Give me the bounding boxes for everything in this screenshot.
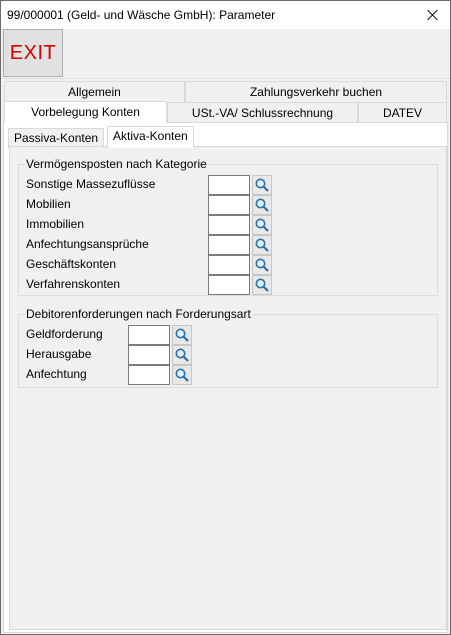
label-anfechtung: Anfechtung — [26, 367, 87, 381]
label-geschaeftskonten: Geschäftskonten — [26, 257, 117, 271]
exit-button[interactable]: EXIT — [3, 29, 63, 77]
label-anfechtungsansprueche: Anfechtungsansprüche — [26, 237, 149, 251]
subtab-passiva-konten[interactable]: Passiva-Konten — [8, 128, 105, 148]
tab-datev[interactable]: DATEV — [358, 102, 447, 123]
input-sonstige-massezufluesse[interactable] — [208, 175, 250, 195]
input-geschaeftskonten[interactable] — [208, 255, 250, 275]
input-verfahrenskonten[interactable] — [208, 275, 250, 295]
label-mobilien: Mobilien — [26, 197, 71, 211]
group-vermoegensposten-title: Vermögensposten nach Kategorie — [25, 157, 208, 171]
tab-ust-va-schlussrechnung[interactable]: USt.-VA/ Schlussrechnung — [167, 102, 358, 123]
input-anfechtung[interactable] — [128, 365, 170, 385]
label-geldforderung: Geldforderung — [26, 327, 103, 341]
tab-zahlungsverkehr-buchen[interactable]: Zahlungsverkehr buchen — [185, 81, 447, 102]
search-icon[interactable] — [252, 255, 272, 275]
search-icon[interactable] — [252, 275, 272, 295]
label-sonstige-massezufluesse: Sonstige Massezuflüsse — [26, 177, 156, 191]
label-herausgabe: Herausgabe — [26, 347, 92, 361]
subpanel-aktiva-konten: Vermögensposten nach Kategorie Sonstige … — [9, 146, 447, 630]
window-title: 99/000001 (Geld- und Wäsche GmbH): Param… — [7, 8, 276, 22]
label-verfahrenskonten: Verfahrenskonten — [26, 277, 121, 291]
search-icon[interactable] — [252, 195, 272, 215]
input-anfechtungsansprueche[interactable] — [208, 235, 250, 255]
toolbar: EXIT — [1, 29, 450, 79]
search-icon[interactable] — [252, 175, 272, 195]
input-immobilien[interactable] — [208, 215, 250, 235]
tab-vorbelegung-konten[interactable]: Vorbelegung Konten — [4, 101, 167, 123]
group-debitorenforderungen-title: Debitorenforderungen nach Forderungsart — [25, 307, 252, 321]
close-icon[interactable] — [416, 1, 450, 29]
search-icon[interactable] — [172, 345, 192, 365]
label-immobilien: Immobilien — [26, 217, 85, 231]
search-icon[interactable] — [252, 215, 272, 235]
input-mobilien[interactable] — [208, 195, 250, 215]
search-icon[interactable] — [172, 365, 192, 385]
input-herausgabe[interactable] — [128, 345, 170, 365]
search-icon[interactable] — [172, 325, 192, 345]
tab-allgemein[interactable]: Allgemein — [4, 81, 185, 102]
title-bar: 99/000001 (Geld- und Wäsche GmbH): Param… — [1, 1, 450, 29]
input-geldforderung[interactable] — [128, 325, 170, 345]
search-icon[interactable] — [252, 235, 272, 255]
subtab-aktiva-konten[interactable]: Aktiva-Konten — [107, 126, 194, 148]
parameter-window: 99/000001 (Geld- und Wäsche GmbH): Param… — [0, 0, 451, 635]
